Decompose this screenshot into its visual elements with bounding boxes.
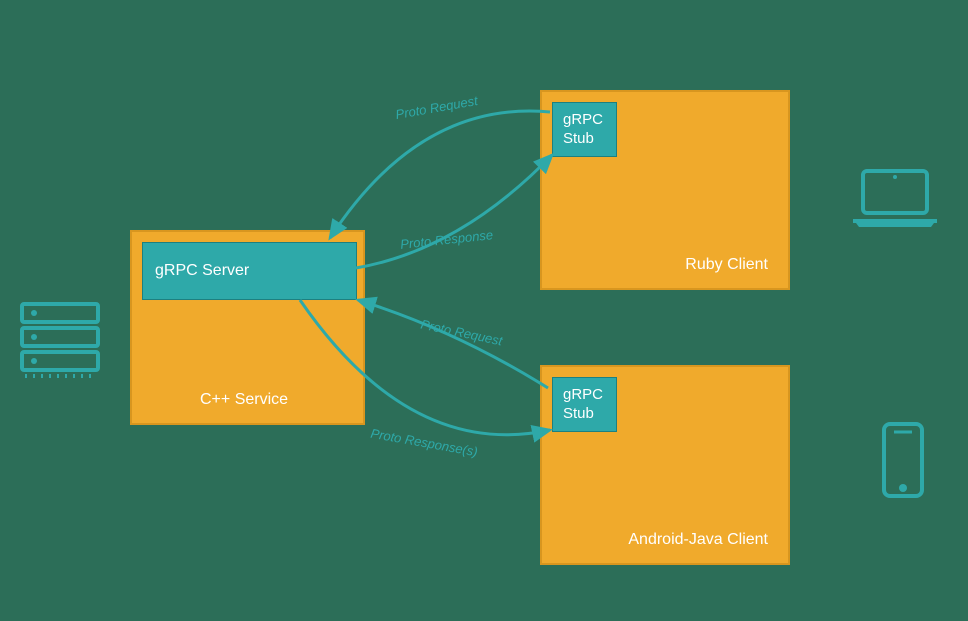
server-rack-icon [18,300,103,385]
grpc-server-label: gRPC Server [155,262,249,280]
android-client-box: gRPC Stub Android-Java Client [540,365,790,565]
ruby-stub-line1: gRPC [563,111,606,130]
arrow-label-req1: Proto Request [394,93,478,122]
android-stub-line2: Stub [563,405,606,424]
ruby-client-label: Ruby Client [685,256,768,274]
grpc-server-box: gRPC Server [142,242,357,300]
laptop-icon [845,165,945,240]
server-service-box: gRPC Server C++ Service [130,230,365,425]
arrow-label-resp1: Proto Response [399,227,493,252]
phone-icon [880,420,926,505]
ruby-client-box: gRPC Stub Ruby Client [540,90,790,290]
arrow-label-req2: Proto Request [419,317,503,349]
android-client-label: Android-Java Client [628,531,768,549]
android-stub-line1: gRPC [563,386,606,405]
server-box-label: C++ Service [200,391,288,409]
android-grpc-stub-box: gRPC Stub [552,377,617,432]
ruby-stub-line2: Stub [563,130,606,149]
ruby-grpc-stub-box: gRPC Stub [552,102,617,157]
arrow-label-resp2: Proto Response(s) [370,426,479,460]
